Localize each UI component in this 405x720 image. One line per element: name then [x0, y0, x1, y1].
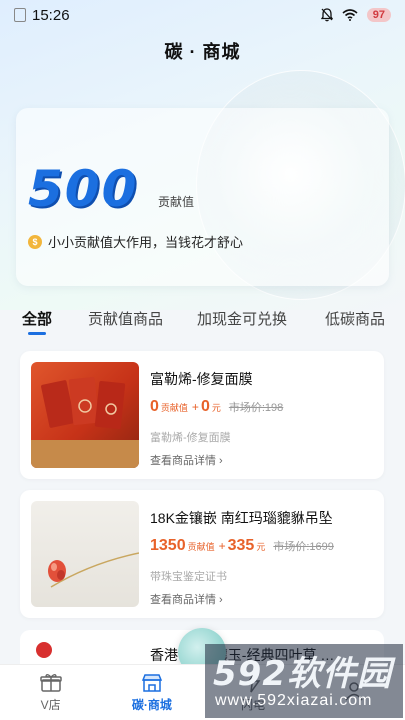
tab-low-carbon[interactable]: 低碳商品 — [325, 308, 385, 329]
nav-label: 碳·商城 — [131, 697, 172, 712]
points-tip-text: 小小贡献值大作用，当钱花才舒心 — [48, 235, 244, 250]
nav-carbon-mall[interactable]: 碳·商城 — [112, 673, 192, 713]
status-time: 15:26 — [32, 6, 70, 24]
coin-icon: $ — [28, 234, 42, 249]
brand-logo-icon — [36, 642, 52, 658]
points-card: 500 贡献值 $ 小小贡献值大作用，当钱花才舒心 — [16, 108, 389, 286]
price-plus: + — [218, 539, 226, 553]
price-cash-unit: 元 — [211, 403, 221, 413]
points-tip: $ 小小贡献值大作用，当钱花才舒心 — [28, 232, 243, 251]
price-points-unit: 贡献值 — [160, 403, 188, 413]
product-price: 1350 贡献值 + 335 元 市场价:1699 — [150, 537, 334, 555]
view-details-link[interactable]: 查看商品详情 › — [150, 452, 223, 468]
price-points-unit: 贡献值 — [187, 542, 215, 552]
watermark-url: www.592xiazai.com — [215, 692, 373, 709]
page-title: 碳 · 商城 — [164, 42, 241, 62]
app-notification-icon — [14, 8, 26, 22]
price-cash: 335 — [227, 537, 255, 554]
price-plus: + — [191, 400, 199, 414]
price-points: 1350 — [150, 537, 186, 554]
product-image-pendant[interactable] — [31, 501, 139, 607]
wifi-icon — [342, 9, 358, 21]
category-tabs: 全部 贡献值商品 加现金可兑换 低碳商品 — [0, 308, 405, 336]
gift-icon — [39, 673, 62, 692]
view-details-link[interactable]: 查看商品详情 › — [150, 591, 223, 607]
bell-muted-icon — [320, 8, 333, 22]
price-cash-unit: 元 — [256, 542, 266, 552]
points-unit: 贡献值 — [158, 195, 195, 209]
product-price: 0 贡献值 + 0 元 市场价:198 — [150, 398, 283, 416]
tab-cash-exchange[interactable]: 加现金可兑换 — [197, 308, 287, 329]
price-cash: 0 — [200, 398, 210, 415]
tab-all[interactable]: 全部 — [22, 308, 52, 329]
product-subtitle: 带珠宝鉴定证书 — [150, 571, 227, 583]
points-value: 500 — [28, 160, 139, 218]
market-price: 市场价:198 — [228, 402, 284, 414]
product-card[interactable]: 18K金镶嵌 南红玛瑙貔貅吊坠 1350 贡献值 + 335 元 市场价:169… — [20, 490, 384, 618]
tab-contribution-goods[interactable]: 贡献值商品 — [88, 308, 163, 329]
price-points: 0 — [150, 398, 159, 415]
watermark: 592软件园 www.592xiazai.com — [205, 644, 403, 718]
product-name[interactable]: 18K金镶嵌 南红玛瑙貔貅吊坠 — [150, 508, 333, 528]
market-price: 市场价:1699 — [273, 541, 334, 553]
product-image-mask[interactable] — [31, 362, 139, 468]
product-card[interactable]: 富勒烯-修复面膜 0 贡献值 + 0 元 市场价:198 富勒烯-修复面膜 查看… — [20, 351, 384, 479]
product-name[interactable]: 富勒烯-修复面膜 — [150, 369, 253, 389]
nav-v-store[interactable]: V店 — [11, 673, 91, 713]
product-subtitle: 富勒烯-修复面膜 — [150, 432, 231, 444]
status-bar: 15:26 97 — [0, 0, 405, 30]
nav-label: V店 — [40, 697, 61, 712]
battery-badge: 97 — [366, 8, 391, 22]
shop-icon — [141, 673, 162, 692]
watermark-brand: 592软件园 — [213, 654, 392, 694]
